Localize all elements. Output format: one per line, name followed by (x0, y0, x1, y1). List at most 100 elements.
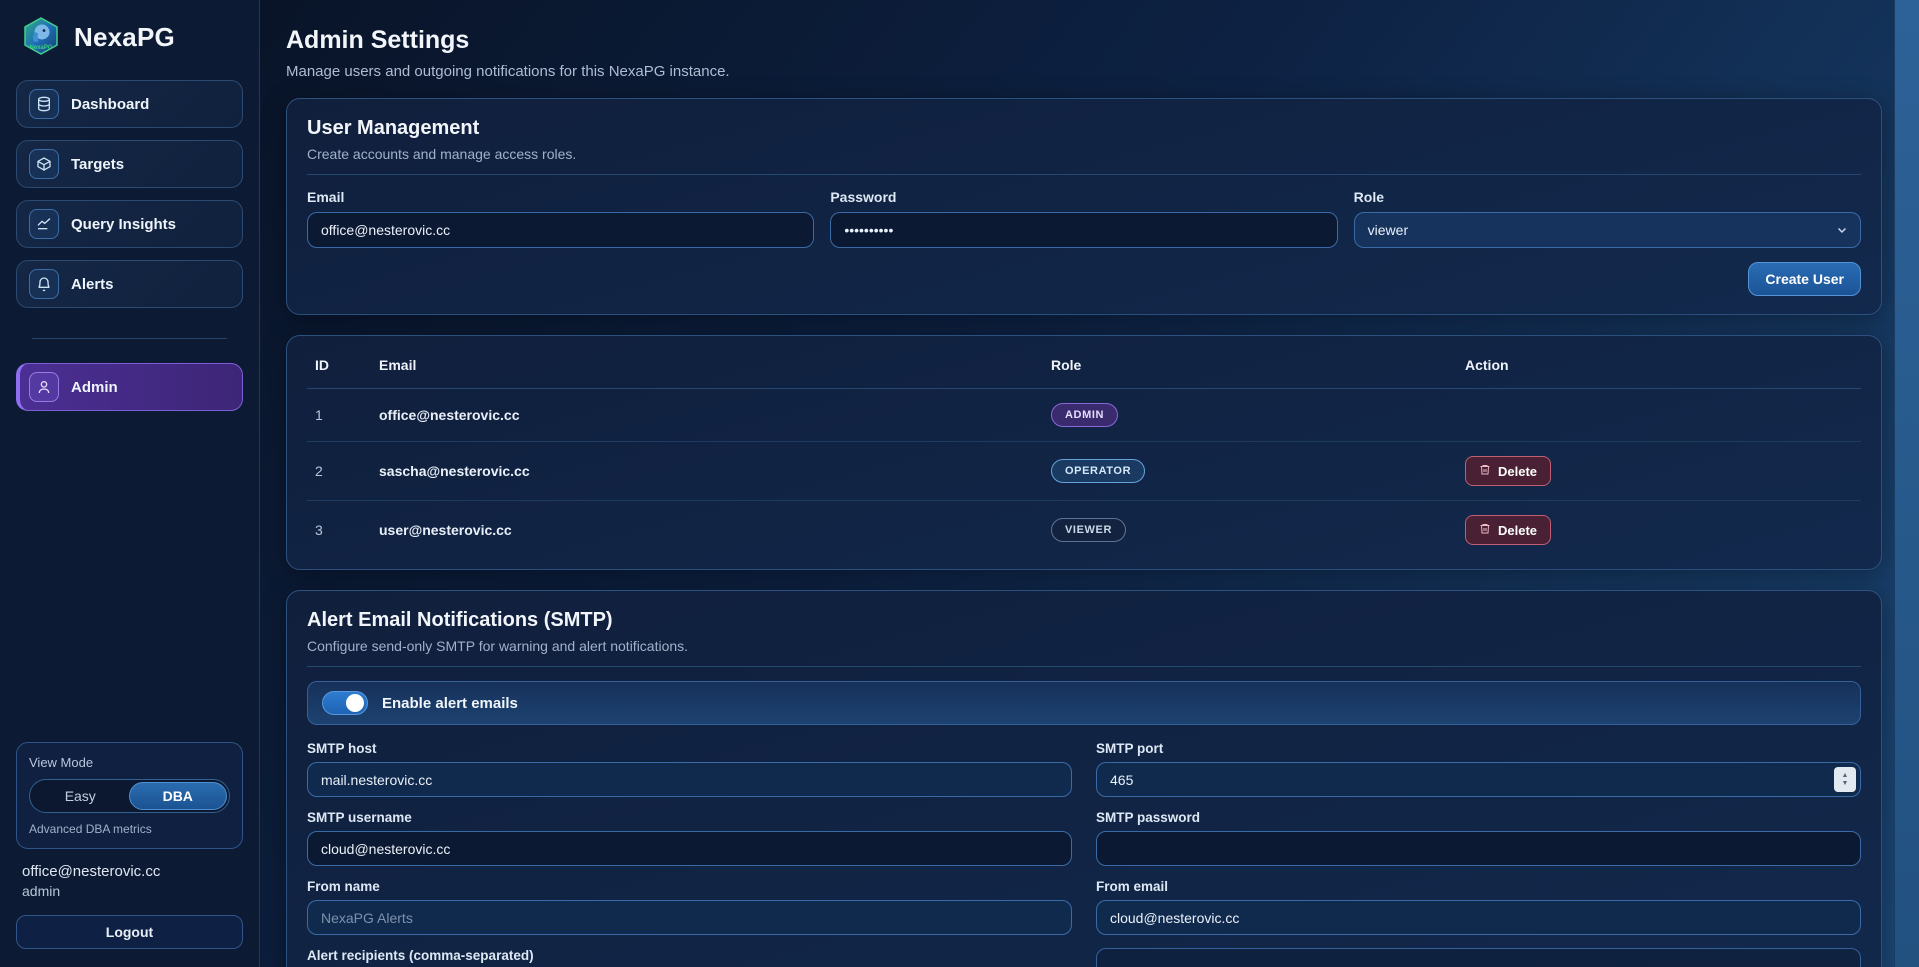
col-header-role: Role (1043, 342, 1457, 389)
number-spinner[interactable]: ▲▼ (1834, 767, 1856, 792)
from-name-field[interactable] (307, 900, 1072, 935)
sidebar-item-label: Alerts (71, 276, 114, 293)
view-mode-label: View Mode (29, 755, 230, 770)
user-management-title: User Management (307, 117, 1861, 140)
user-id-cell: 3 (307, 501, 371, 560)
col-header-email: Email (371, 342, 1043, 389)
trash-icon (1479, 463, 1491, 479)
view-mode-easy-button[interactable]: Easy (32, 782, 129, 810)
user-action-cell: Delete (1457, 501, 1861, 560)
col-header-id: ID (307, 342, 371, 389)
starttls-row: Use STARTTLS (1096, 948, 1861, 967)
enable-alerts-label: Enable alert emails (382, 695, 518, 712)
from-email-label: From email (1096, 879, 1861, 894)
table-row: 1office@nesterovic.cc ADMIN (307, 389, 1861, 442)
user-action-cell (1457, 389, 1861, 442)
vertical-scrollbar[interactable] (1894, 0, 1919, 967)
smtp-host-label: SMTP host (307, 741, 1072, 756)
user-action-cell: Delete (1457, 442, 1861, 501)
user-email-cell: user@nesterovic.cc (371, 501, 1043, 560)
password-field[interactable] (830, 212, 1337, 248)
users-table: ID Email Role Action 1office@nesterovic.… (307, 342, 1861, 559)
from-email-field[interactable] (1096, 900, 1861, 935)
current-user-block: office@nesterovic.cc admin (16, 849, 243, 899)
role-badge: VIEWER (1051, 518, 1126, 542)
divider (307, 666, 1861, 667)
smtp-port-field[interactable] (1096, 762, 1861, 797)
database-icon (29, 89, 59, 119)
smtp-username-label: SMTP username (307, 810, 1072, 825)
view-mode-dba-button[interactable]: DBA (129, 782, 228, 810)
role-label: Role (1354, 189, 1861, 205)
smtp-port-label: SMTP port (1096, 741, 1861, 756)
divider (307, 174, 1861, 175)
sidebar-divider (32, 338, 227, 339)
current-user-email: office@nesterovic.cc (22, 863, 237, 880)
sidebar-item-targets[interactable]: Targets (16, 140, 243, 188)
sidebar-bottom: View Mode Easy DBA Advanced DBA metrics … (0, 742, 259, 967)
role-select[interactable]: viewer (1354, 212, 1861, 248)
sidebar-item-query-insights[interactable]: Query Insights (16, 200, 243, 248)
trash-icon (1479, 522, 1491, 538)
current-user-role: admin (22, 883, 237, 899)
recipients-label: Alert recipients (comma-separated) (307, 948, 1072, 963)
page-subtitle: Manage users and outgoing notifications … (286, 62, 1882, 82)
role-select-value: viewer (1368, 222, 1408, 238)
view-mode-card: View Mode Easy DBA Advanced DBA metrics (16, 742, 243, 849)
smtp-subtitle: Configure send-only SMTP for warning and… (307, 638, 1861, 654)
nexapg-logo-icon: NexaPG (20, 16, 62, 58)
table-row: 3user@nesterovic.cc VIEWER Delete (307, 501, 1861, 560)
role-badge: OPERATOR (1051, 459, 1145, 483)
view-mode-hint: Advanced DBA metrics (29, 822, 230, 836)
smtp-host-field[interactable] (307, 762, 1072, 797)
users-table-card: ID Email Role Action 1office@nesterovic.… (286, 335, 1882, 570)
user-email-cell: office@nesterovic.cc (371, 389, 1043, 442)
smtp-password-field[interactable] (1096, 831, 1861, 866)
from-name-label: From name (307, 879, 1072, 894)
role-badge: ADMIN (1051, 403, 1118, 427)
user-id-cell: 2 (307, 442, 371, 501)
password-label: Password (830, 189, 1337, 205)
smtp-title: Alert Email Notifications (SMTP) (307, 609, 1861, 632)
app-name: NexaPG (74, 22, 175, 53)
toggle-knob (346, 694, 364, 712)
user-role-cell: ADMIN (1043, 389, 1457, 442)
user-role-cell: VIEWER (1043, 501, 1457, 560)
table-row: 2sascha@nesterovic.cc OPERATOR Delete (307, 442, 1861, 501)
sidebar-item-alerts[interactable]: Alerts (16, 260, 243, 308)
sidebar-item-dashboard[interactable]: Dashboard (16, 80, 243, 128)
user-management-card: User Management Create accounts and mana… (286, 98, 1882, 315)
smtp-password-label: SMTP password (1096, 810, 1861, 825)
sidebar-item-admin[interactable]: Admin (16, 363, 243, 411)
user-icon (29, 372, 59, 402)
sidebar: NexaPG NexaPG Dashboard Targets (0, 0, 260, 967)
smtp-form-grid: SMTP host SMTP port ▲▼ SMTP username SMT… (307, 741, 1861, 967)
user-email-cell: sascha@nesterovic.cc (371, 442, 1043, 501)
chart-line-icon (29, 209, 59, 239)
user-management-subtitle: Create accounts and manage access roles. (307, 146, 1861, 162)
sidebar-item-label: Query Insights (71, 216, 176, 233)
page-title: Admin Settings (286, 24, 1882, 56)
logout-button[interactable]: Logout (16, 915, 243, 949)
user-id-cell: 1 (307, 389, 371, 442)
smtp-username-field[interactable] (307, 831, 1072, 866)
cube-icon (29, 149, 59, 179)
delete-user-button[interactable]: Delete (1465, 515, 1551, 545)
main-content: Admin Settings Manage users and outgoing… (260, 0, 1919, 967)
sidebar-item-label: Targets (71, 156, 124, 173)
email-field[interactable] (307, 212, 814, 248)
bell-icon (29, 269, 59, 299)
delete-user-button[interactable]: Delete (1465, 456, 1551, 486)
svg-text:NexaPG: NexaPG (29, 45, 52, 51)
sidebar-nav: Dashboard Targets Query Insights (0, 72, 259, 411)
chevron-down-icon (1836, 224, 1848, 236)
email-label: Email (307, 189, 814, 205)
sidebar-item-label: Dashboard (71, 96, 149, 113)
enable-alerts-row: Enable alert emails (307, 681, 1861, 725)
app-logo-row: NexaPG NexaPG (0, 0, 259, 72)
smtp-card: Alert Email Notifications (SMTP) Configu… (286, 590, 1882, 967)
create-user-button[interactable]: Create User (1748, 262, 1861, 296)
col-header-action: Action (1457, 342, 1861, 389)
view-mode-switch: Easy DBA (29, 779, 230, 813)
enable-alerts-toggle[interactable] (322, 691, 368, 715)
